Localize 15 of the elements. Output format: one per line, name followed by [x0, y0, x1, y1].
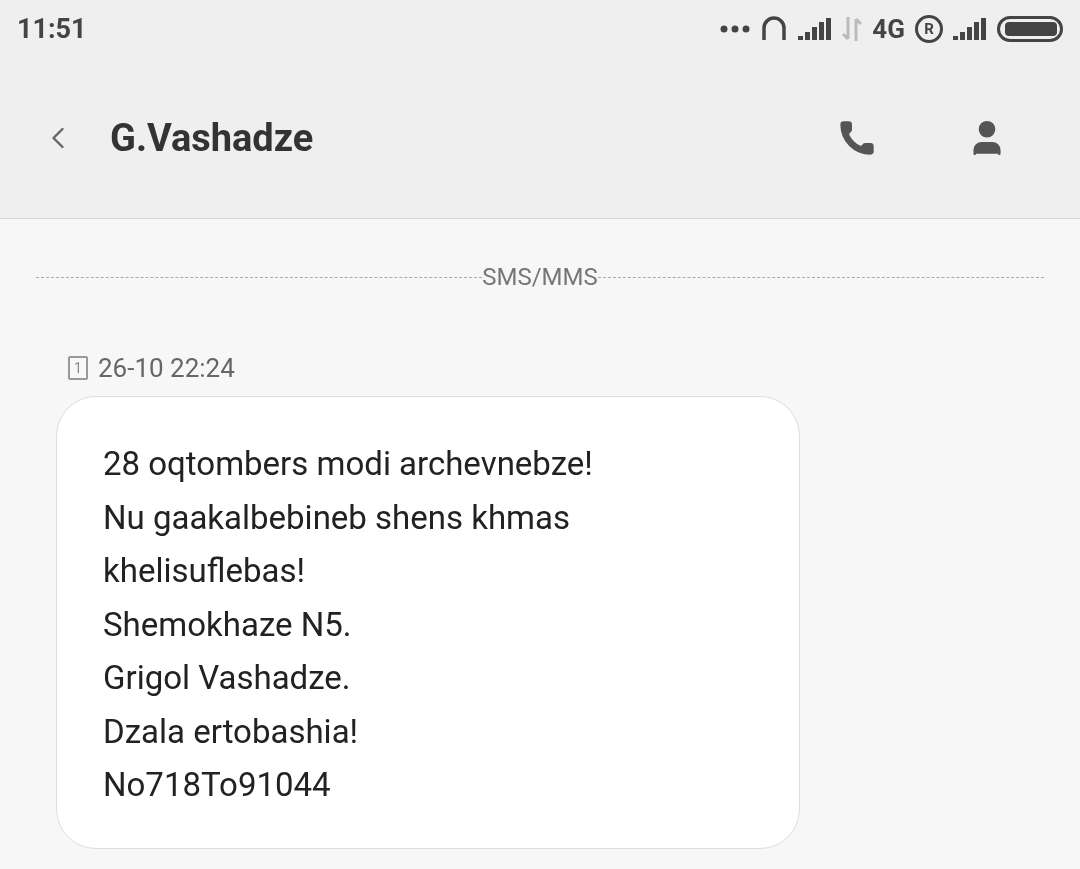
network-type: 4G: [872, 16, 905, 42]
battery-icon: [997, 16, 1063, 42]
signal-icon: [953, 18, 987, 40]
phone-icon: [837, 118, 877, 158]
message-text: 28 oqtombers modi archevnebze! Nu gaakalbebineb shens khmas khelisuflebas! Shemokhaze N5. Grigol Vashadze. Dzala ertobashia! No718To91044: [103, 443, 594, 806]
channel-label: SMS/MMS: [482, 265, 598, 289]
status-time: 11:51: [17, 11, 87, 47]
message-timestamp: 26-10 22:24: [98, 355, 235, 381]
data-arrows-icon: [842, 17, 863, 41]
sim-icon: 1: [68, 356, 88, 380]
signal-icon: [798, 18, 833, 40]
more-dots-icon: [720, 25, 751, 33]
headphones-icon: [760, 16, 789, 42]
roaming-icon: R: [915, 15, 943, 43]
contact-name: G.Vashadze: [110, 114, 315, 162]
